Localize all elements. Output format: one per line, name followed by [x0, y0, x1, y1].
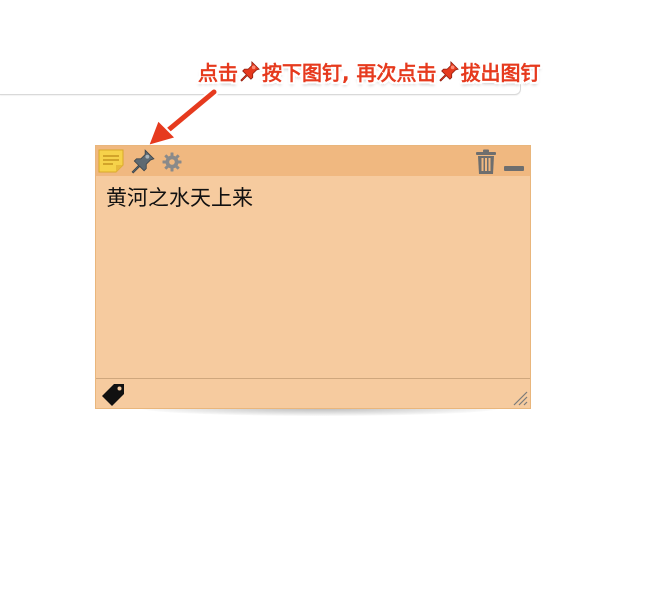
trash-icon[interactable]	[474, 149, 498, 175]
sticky-note[interactable]: 黄河之水天上来	[95, 145, 531, 409]
pushpin-icon[interactable]	[130, 148, 156, 174]
arrow-pointer-icon	[146, 88, 219, 148]
sticky-note-icon[interactable]	[98, 149, 124, 173]
note-header[interactable]	[96, 146, 530, 176]
tag-icon[interactable]	[100, 382, 126, 406]
callout-text-pull: 拔出图钉	[460, 60, 541, 85]
gear-icon[interactable]	[162, 152, 182, 172]
pushpin-red-icon	[240, 60, 260, 82]
pushpin-red-icon	[438, 60, 459, 82]
minimize-icon[interactable]	[504, 166, 524, 171]
resize-grip-icon[interactable]	[512, 390, 528, 406]
note-footer	[96, 378, 530, 408]
callout-text-click: 点击	[198, 60, 238, 85]
note-content[interactable]: 黄河之水天上来	[106, 182, 520, 212]
callout-text-press: 按下图钉, 再次点击	[262, 60, 437, 85]
instruction-callout: 点击 按下图钉, 再次点击 拔出图钉	[198, 56, 541, 86]
